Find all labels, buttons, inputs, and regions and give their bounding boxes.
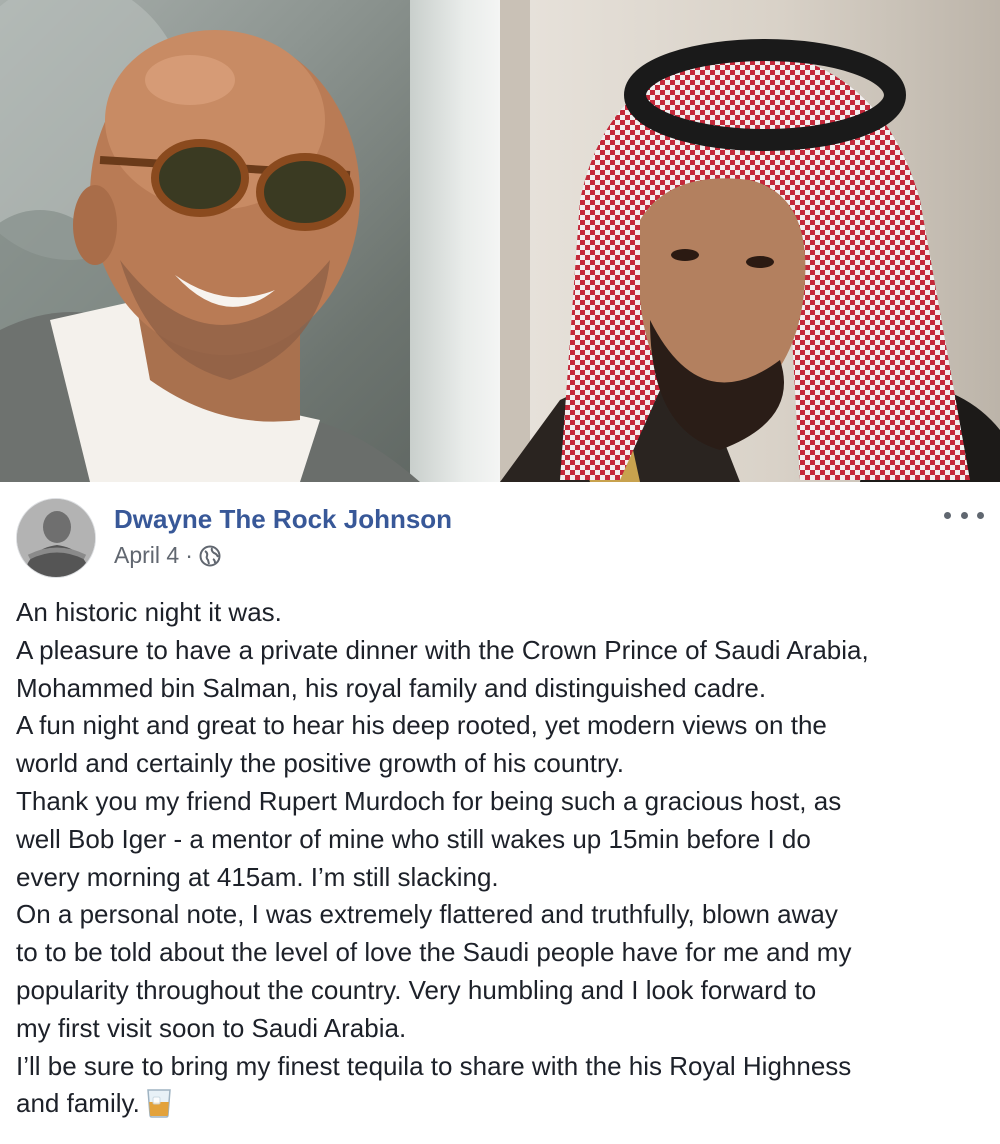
- post-line: Thank you my friend Rupert Murdoch for b…: [16, 785, 842, 816]
- post-header: Dwayne The Rock Johnson April 4 ·: [16, 498, 984, 580]
- globe-icon[interactable]: [199, 545, 221, 567]
- post-line: popularity throughout the country. Very …: [16, 974, 817, 1005]
- post-line: I’ll be sure to bring my finest tequila …: [16, 1050, 852, 1081]
- post-line: An historic night it was.: [16, 597, 282, 627]
- post-text: An historic night it was. A pleasure to …: [16, 594, 984, 1123]
- meta-separator: ·: [185, 542, 193, 568]
- post-line: my first visit soon to Saudi Arabia.: [16, 1012, 407, 1043]
- photo-right-portrait: [500, 0, 1000, 482]
- post-line: Mohammed bin Salman, his royal family an…: [16, 672, 767, 703]
- post-photo[interactable]: [0, 0, 1000, 482]
- post-line: A fun night and great to hear his deep r…: [16, 710, 827, 741]
- post-date-link[interactable]: April 4: [114, 542, 179, 569]
- post-line: On a personal note, I was extremely flat…: [16, 899, 838, 930]
- post-line: every morning at 415am. I’m still slacki…: [16, 861, 499, 892]
- post-line: world and certainly the positive growth …: [16, 748, 624, 779]
- author-name-link[interactable]: Dwayne The Rock Johnson: [114, 504, 452, 535]
- photo-left-portrait: [0, 0, 500, 482]
- post-meta: April 4 ·: [114, 542, 221, 569]
- post-line: A pleasure to have a private dinner with…: [16, 634, 869, 665]
- post-line: well Bob Iger - a mentor of mine who sti…: [16, 823, 811, 854]
- post-line: and family.: [16, 1088, 140, 1119]
- author-avatar[interactable]: [16, 498, 96, 578]
- more-options-icon[interactable]: [944, 504, 984, 526]
- post-line-last: and family.: [16, 1085, 984, 1123]
- tumbler-glass-icon: [146, 1089, 171, 1119]
- post-line: to to be told about the level of love th…: [16, 937, 852, 968]
